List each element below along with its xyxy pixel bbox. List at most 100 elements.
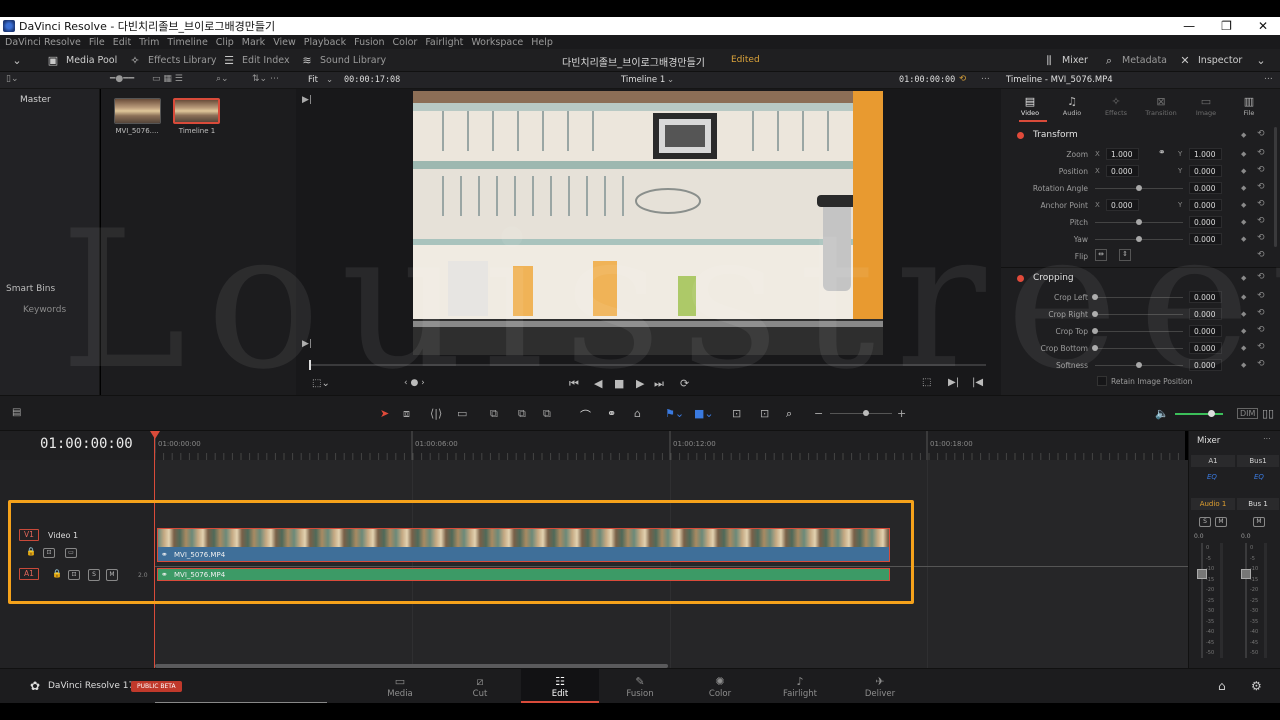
zoom-custom-icon[interactable]: ⌕ xyxy=(786,407,792,421)
overwrite-clip-icon[interactable]: ⧉ xyxy=(518,407,526,421)
crop-top-field[interactable]: 0.000 xyxy=(1189,325,1222,337)
inspector-button[interactable]: ✕ Inspector xyxy=(1178,49,1242,72)
metadata-button[interactable]: ⌕ Metadata xyxy=(1102,49,1167,72)
cropping-enable-toggle[interactable] xyxy=(1017,275,1024,282)
thumbnail-size-slider[interactable]: ━●━━ xyxy=(110,74,134,84)
reset-icon[interactable]: ⟲ xyxy=(1257,359,1265,369)
zoom-full-icon[interactable]: ⊡ xyxy=(732,407,741,420)
snapping-icon[interactable]: ⌒ xyxy=(580,407,591,423)
pitch-slider[interactable] xyxy=(1095,219,1183,225)
crop-left-field[interactable]: 0.000 xyxy=(1189,291,1222,303)
jog-control[interactable]: ‹ ● › xyxy=(404,378,425,388)
reset-icon[interactable]: ⟲ xyxy=(1257,233,1265,243)
page-fusion[interactable]: ✎ Fusion xyxy=(601,669,679,703)
expand-panel-button[interactable]: ⌄ xyxy=(1254,49,1268,72)
keyframe-icon[interactable]: ◆ xyxy=(1241,150,1246,158)
reset-icon[interactable]: ⟲ xyxy=(1257,272,1265,282)
stop-icon[interactable]: ■ xyxy=(614,377,624,390)
inspector-scrollbar[interactable] xyxy=(1274,127,1277,247)
page-color[interactable]: ✺ Color xyxy=(681,669,759,703)
reset-icon[interactable]: ⟲ xyxy=(1257,216,1265,226)
menu-file[interactable]: File xyxy=(89,37,105,48)
selection-tool-icon[interactable]: ➤ xyxy=(380,407,389,420)
slider-knob[interactable] xyxy=(1208,410,1215,417)
minimize-button[interactable]: — xyxy=(1183,17,1195,35)
a1-fader-track[interactable] xyxy=(1201,543,1203,658)
crop-left-slider[interactable] xyxy=(1092,294,1183,300)
keyframe-icon[interactable]: ◆ xyxy=(1241,184,1246,192)
keyframe-icon[interactable]: ◆ xyxy=(1241,327,1246,335)
retain-position-checkbox[interactable] xyxy=(1097,376,1107,386)
zoom-y-field[interactable]: 1.000 xyxy=(1189,148,1222,160)
reset-icon[interactable]: ⟲ xyxy=(1257,308,1265,318)
pitch-field[interactable]: 0.000 xyxy=(1189,216,1222,228)
mark-out-icon[interactable]: |◀ xyxy=(972,377,983,388)
replace-clip-icon[interactable]: ⧉ xyxy=(543,407,551,421)
next-edit-icon[interactable]: ▶| xyxy=(302,339,312,349)
transform-section-header[interactable]: Transform ◆ ⟲ xyxy=(1001,128,1280,144)
play-icon[interactable]: ▶ xyxy=(636,377,644,390)
timeline-timecode[interactable]: 01:00:00:00 xyxy=(40,436,133,452)
zoom-detail-icon[interactable]: ⊡ xyxy=(760,407,769,420)
slider-knob[interactable] xyxy=(1136,185,1142,191)
page-deliver[interactable]: ✈ Deliver xyxy=(841,669,919,703)
keyframe-icon[interactable]: ◆ xyxy=(1241,274,1246,282)
menu-view[interactable]: View xyxy=(273,37,296,48)
reset-icon[interactable]: ⟲ xyxy=(1257,199,1265,209)
menu-workspace[interactable]: Workspace xyxy=(471,37,523,48)
menu-edit[interactable]: Edit xyxy=(113,37,131,48)
menu-mark[interactable]: Mark xyxy=(242,37,265,48)
menu-playback[interactable]: Playback xyxy=(304,37,346,48)
gear-icon[interactable]: ⚙ xyxy=(1251,679,1262,693)
flag-icon[interactable]: ⚑⌄ xyxy=(665,407,684,420)
media-clip-thumbnail[interactable] xyxy=(114,98,161,124)
reset-icon[interactable]: ⟲ xyxy=(1257,325,1265,335)
page-fairlight[interactable]: ♪ Fairlight xyxy=(761,669,839,703)
timeline-view-options-icon[interactable]: ▤ xyxy=(12,407,21,418)
menu-timeline[interactable]: Timeline xyxy=(167,37,207,48)
sort-icon[interactable]: ⇅⌄ ⋯ xyxy=(252,74,279,84)
keyframe-icon[interactable]: ◆ xyxy=(1241,201,1246,209)
previous-edit-icon[interactable]: ▶| xyxy=(302,95,312,105)
dynamic-trim-icon[interactable]: ⟨|⟩ xyxy=(430,407,442,420)
position-y-field[interactable]: 0.000 xyxy=(1189,165,1222,177)
timeline-zoom-slider[interactable] xyxy=(830,410,892,416)
play-reverse-icon[interactable]: ◀ xyxy=(594,377,602,390)
viewer-scrubber[interactable] xyxy=(309,360,986,370)
crop-bottom-field[interactable]: 0.000 xyxy=(1189,342,1222,354)
mixer-channel-bus1[interactable]: Bus1 xyxy=(1237,455,1279,467)
mark-in-icon[interactable]: ▶| xyxy=(948,377,959,388)
go-to-end-icon[interactable]: ⏭ xyxy=(654,377,664,391)
eq-bus1[interactable]: EQ xyxy=(1254,473,1264,481)
menu-davinci[interactable]: DaVinci Resolve xyxy=(5,37,81,48)
timeline-ruler[interactable]: 01:00:00:00 01:00:06:00 01:00:12:00 01:0… xyxy=(154,431,1185,460)
page-cut[interactable]: ⧄ Cut xyxy=(441,669,519,703)
yaw-slider[interactable] xyxy=(1095,236,1183,242)
reset-icon[interactable]: ⟲ xyxy=(1257,291,1265,301)
tab-effects[interactable]: ✧ Effects xyxy=(1096,95,1136,117)
keyframe-icon[interactable]: ◆ xyxy=(1241,218,1246,226)
menu-clip[interactable]: Clip xyxy=(216,37,234,48)
mixer-mute-button[interactable]: M xyxy=(1215,517,1227,527)
slider-knob[interactable] xyxy=(1136,219,1142,225)
more-options-icon[interactable]: ⋯ xyxy=(1264,74,1273,84)
zoom-x-field[interactable]: 1.000 xyxy=(1106,148,1139,160)
edit-index-button[interactable]: ☰ Edit Index xyxy=(222,49,290,72)
keyframe-icon[interactable]: ◆ xyxy=(1241,344,1246,352)
zoom-out-icon[interactable]: − xyxy=(814,407,823,420)
page-media[interactable]: ▭ Media xyxy=(361,669,439,703)
view-mode-icons[interactable]: ▭ ▦ ☰ xyxy=(152,74,183,84)
media-pool-button[interactable]: ▣ Media Pool xyxy=(46,49,117,72)
slider-knob[interactable] xyxy=(1136,236,1142,242)
anchor-y-field[interactable]: 0.000 xyxy=(1189,199,1222,211)
playhead-handle[interactable] xyxy=(150,431,160,439)
scrubber-playhead[interactable] xyxy=(309,360,311,370)
slider-knob[interactable] xyxy=(1092,345,1098,351)
position-lock-icon[interactable]: ⌂ xyxy=(634,407,641,420)
softness-slider[interactable] xyxy=(1095,362,1183,368)
reset-icon[interactable]: ⟲ xyxy=(1257,148,1265,158)
menu-fairlight[interactable]: Fairlight xyxy=(425,37,463,48)
slider-knob[interactable] xyxy=(1092,311,1098,317)
smart-bin-keywords[interactable]: Keywords xyxy=(23,305,66,315)
reset-icon[interactable]: ⟲ xyxy=(1257,129,1265,139)
